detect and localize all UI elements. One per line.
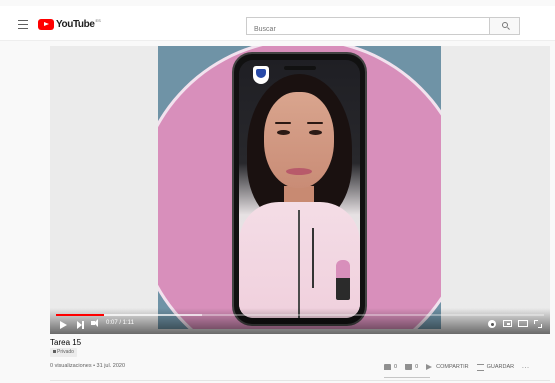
dislike-count: 0 <box>415 364 419 370</box>
jacket-cord <box>312 228 314 288</box>
gear-icon[interactable] <box>488 320 496 328</box>
phone-frame <box>234 54 365 324</box>
top-bar: YouTube ES <box>0 6 555 41</box>
next-icon[interactable] <box>77 321 84 329</box>
privacy-label: Privado <box>57 349 74 355</box>
theater-mode-icon[interactable] <box>518 320 528 327</box>
time-display: 0:07 / 1:11 <box>106 320 134 326</box>
save-button[interactable]: GUARDAR <box>476 363 515 371</box>
views-date: 0 visualizaciones • 31 jul. 2020 <box>50 363 125 369</box>
share-button[interactable]: COMPARTIR <box>426 364 469 370</box>
shield-badge-icon <box>253 66 269 84</box>
player-controls: 0:07 / 1:11 <box>50 308 550 334</box>
left-eye <box>277 130 290 135</box>
video-frame <box>158 46 441 329</box>
privacy-badge: Privado <box>50 348 77 357</box>
play-icon[interactable] <box>60 321 67 329</box>
more-button[interactable]: ... <box>522 364 530 370</box>
like-count: 0 <box>394 364 398 370</box>
youtube-logo[interactable]: YouTube ES <box>38 17 101 31</box>
search-box[interactable] <box>246 17 490 38</box>
volume-icon[interactable] <box>91 319 98 327</box>
video-actions: 0 0 COMPARTIR GUARDAR ... <box>384 362 538 372</box>
mini-figure-sticker <box>336 260 350 300</box>
search-input[interactable] <box>247 21 489 38</box>
logo-text: YouTube <box>56 18 95 30</box>
share-label: COMPARTIR <box>436 364 469 370</box>
fullscreen-icon[interactable] <box>534 320 542 328</box>
save-label: GUARDAR <box>486 364 515 370</box>
phone-screen <box>239 60 360 318</box>
share-icon <box>426 364 433 370</box>
progress-bar[interactable] <box>56 314 544 316</box>
thumbs-up-icon <box>384 364 391 370</box>
phone-notch <box>284 66 316 70</box>
miniplayer-icon[interactable] <box>503 320 512 327</box>
playlist-add-icon <box>476 363 484 371</box>
lock-icon <box>53 350 56 354</box>
progress-fill <box>56 314 105 316</box>
right-eyebrow <box>307 122 323 124</box>
more-icon: ... <box>522 364 530 370</box>
youtube-play-icon <box>38 18 54 30</box>
like-button[interactable]: 0 <box>384 364 397 370</box>
logo-region: ES <box>95 18 101 23</box>
menu-icon[interactable] <box>18 20 28 29</box>
lips <box>286 168 312 175</box>
divider <box>50 380 550 381</box>
like-ratio-bar <box>384 377 430 378</box>
search-button[interactable] <box>490 17 520 35</box>
right-eye <box>309 130 322 135</box>
thumbs-down-icon <box>405 364 413 370</box>
left-eyebrow <box>275 122 291 124</box>
dislike-button[interactable]: 0 <box>405 364 418 370</box>
video-title: Tarea 15 <box>50 338 82 347</box>
video-player[interactable]: 0:07 / 1:11 <box>50 46 550 334</box>
jacket-zipper <box>298 210 300 318</box>
